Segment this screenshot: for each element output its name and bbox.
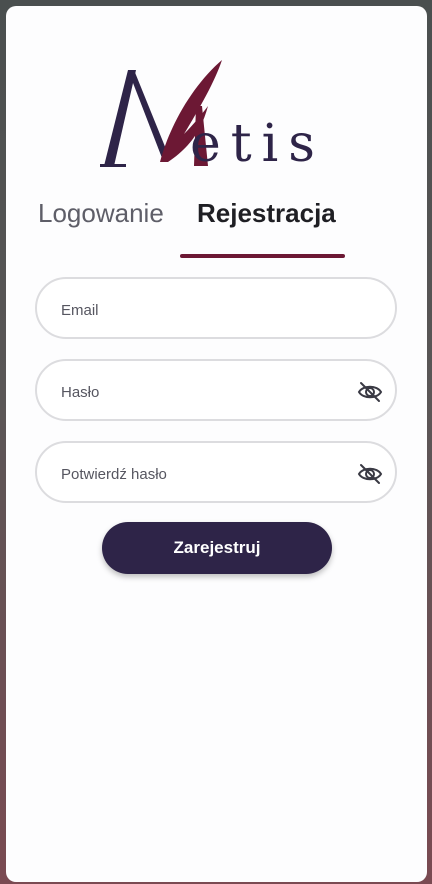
tab-register[interactable]: Rejestracja xyxy=(197,198,336,229)
register-button[interactable]: Zarejestruj xyxy=(102,522,332,574)
confirm-password-field xyxy=(35,441,397,503)
confirm-password-input[interactable] xyxy=(59,459,353,489)
tab-login[interactable]: Logowanie xyxy=(38,198,164,229)
logo-wordmark: etis xyxy=(190,114,325,174)
password-input[interactable] xyxy=(59,377,353,407)
registration-card: etis Logowanie Rejestracja Zarejestruj xyxy=(6,6,427,882)
auth-tabs: Logowanie Rejestracja xyxy=(6,198,427,260)
active-tab-indicator xyxy=(180,254,345,258)
password-field xyxy=(35,359,397,421)
email-input[interactable] xyxy=(59,295,353,325)
email-field xyxy=(35,277,397,339)
eye-off-icon[interactable] xyxy=(357,379,383,405)
eye-off-icon[interactable] xyxy=(357,461,383,487)
